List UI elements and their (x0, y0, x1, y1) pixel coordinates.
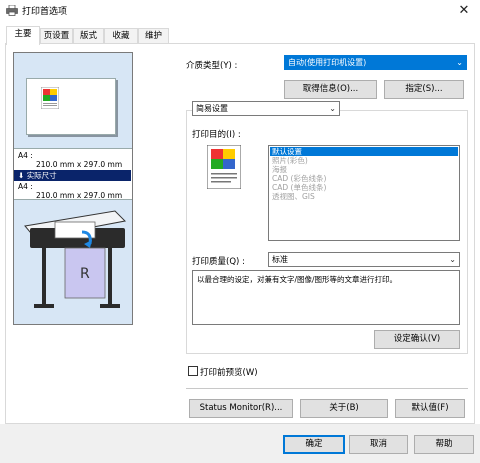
page-preview (26, 78, 116, 135)
output-size-label: A4 : (18, 182, 33, 191)
list-item[interactable]: 海报 (270, 165, 458, 174)
settings-mode-dropdown[interactable]: 简易设置 ⌄ (192, 101, 340, 116)
document-thumbnail-icon (40, 86, 60, 110)
printer-label: R (80, 266, 90, 282)
print-purpose-list[interactable]: 默认设置 照片(彩色) 海报 CAD (彩色线条) CAD (单色线条) 透视图… (268, 145, 460, 241)
ok-button[interactable]: 确定 (283, 435, 345, 454)
tab-page-setup[interactable]: 页设置 (40, 28, 73, 44)
print-quality-dropdown[interactable]: 标准 ⌄ (268, 252, 460, 267)
cancel-button[interactable]: 取消 (349, 435, 408, 454)
media-type-label: 介质类型(Y) : (186, 61, 238, 71)
status-monitor-button[interactable]: Status Monitor(R)... (189, 399, 293, 418)
media-type-value: 自动(使用打印机设置) (288, 58, 367, 67)
source-size-value: 210.0 mm x 297.0 mm (36, 160, 123, 169)
chevron-down-icon: ⌄ (449, 255, 456, 264)
help-button[interactable]: 帮助 (414, 435, 474, 454)
print-quality-value: 标准 (272, 255, 288, 264)
tab-main[interactable]: 主要 (6, 26, 40, 45)
print-purpose-label: 打印目的(I) : (192, 130, 241, 140)
get-info-button[interactable]: 取得信息(O)... (284, 80, 377, 99)
divider (186, 388, 468, 389)
preview-before-print-checkbox[interactable] (188, 366, 198, 376)
down-arrow-icon: ⬇ (18, 171, 25, 180)
source-size-label: A4 : (18, 151, 33, 160)
list-item[interactable]: CAD (彩色线条) (270, 174, 458, 183)
printer-icon (6, 4, 18, 16)
paper-size-info: A4 : 210.0 mm x 297.0 mm ⬇ 实际尺寸 A4 : 210… (14, 148, 132, 200)
tab-bar: 主要 页设置 版式 收藏 维护 (0, 22, 480, 45)
preview-before-print-label[interactable]: 打印前预览(W) (200, 366, 258, 378)
about-button[interactable]: 关于(B) (300, 399, 388, 418)
dialog-button-bar (0, 424, 480, 463)
media-type-dropdown[interactable]: 自动(使用打印机设置) ⌄ (284, 55, 467, 70)
print-quality-label: 打印质量(Q) : (192, 257, 245, 267)
tab-favorites[interactable]: 收藏 (104, 28, 138, 44)
list-item[interactable]: 照片(彩色) (270, 156, 458, 165)
settings-mode-value: 简易设置 (196, 104, 228, 113)
document-thumbnail-icon (206, 144, 242, 190)
tab-layout[interactable]: 版式 (73, 28, 104, 44)
window-title: 打印首选项 (22, 7, 68, 17)
defaults-button[interactable]: 默认值(F) (395, 399, 465, 418)
large-format-printer-illustration: R (20, 206, 130, 321)
description-box: 以最合理的设定，对兼有文字/图像/图形等的文章进行打印。 (192, 270, 460, 325)
close-icon[interactable]: ✕ (456, 3, 472, 19)
specify-button[interactable]: 指定(S)... (384, 80, 464, 99)
list-item[interactable]: 透视图、GIS (270, 192, 458, 201)
confirm-settings-button[interactable]: 设定确认(V) (374, 330, 460, 349)
chevron-down-icon: ⌄ (329, 104, 336, 113)
chevron-down-icon: ⌄ (456, 58, 463, 67)
list-item[interactable]: CAD (单色线条) (270, 183, 458, 192)
title-bar: 打印首选项 ✕ (0, 0, 480, 22)
list-item[interactable]: 默认设置 (270, 147, 458, 156)
scale-option-label: 实际尺寸 (26, 171, 57, 180)
scale-option-bar: ⬇ 实际尺寸 (14, 170, 131, 181)
tab-maintenance[interactable]: 维护 (138, 28, 169, 44)
output-size-value: 210.0 mm x 297.0 mm (36, 191, 123, 200)
